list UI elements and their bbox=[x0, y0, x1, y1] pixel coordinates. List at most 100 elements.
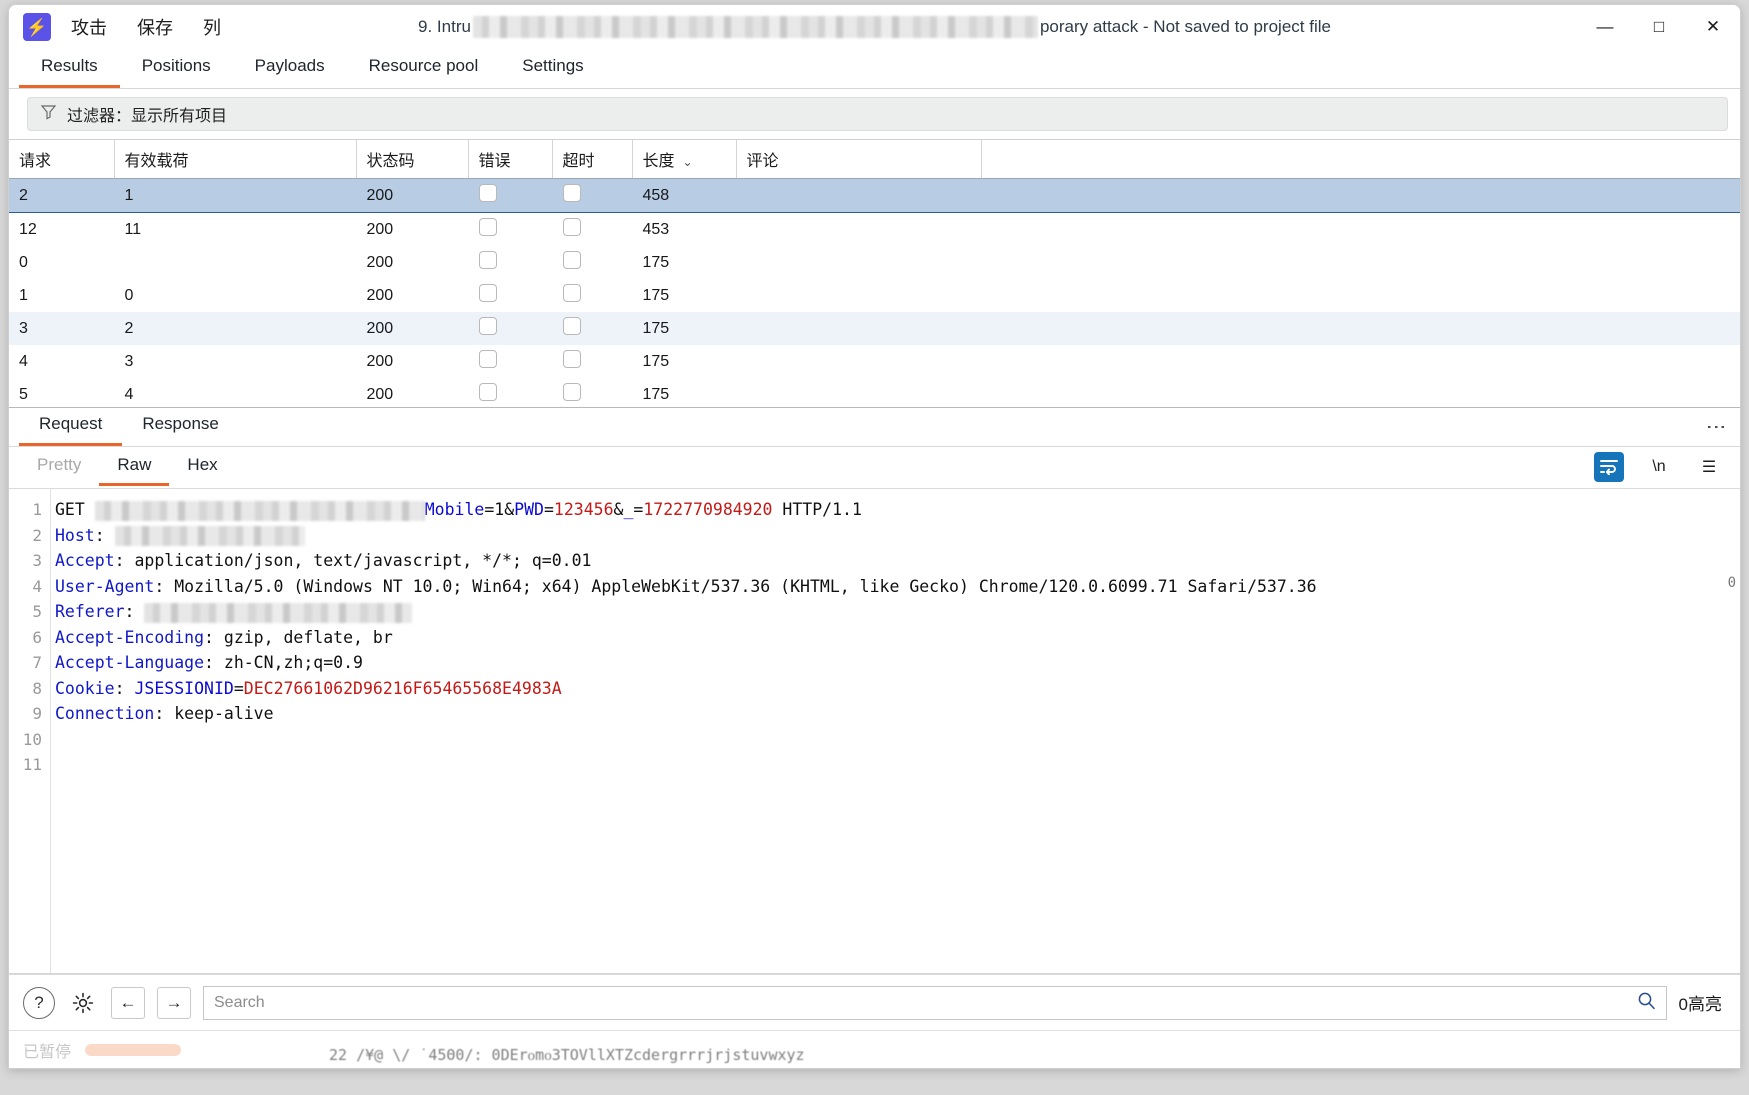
cell-spacer bbox=[981, 179, 1740, 213]
cell-timeout-checkbox[interactable] bbox=[552, 179, 632, 213]
cell-request: 3 bbox=[9, 312, 114, 345]
word-wrap-icon[interactable] bbox=[1594, 452, 1624, 482]
table-row[interactable]: 10200175 bbox=[9, 279, 1740, 312]
question-mark-icon[interactable]: ? bbox=[23, 987, 55, 1019]
code-token: GET bbox=[55, 500, 95, 519]
cell-length: 175 bbox=[632, 378, 736, 407]
cell-error-checkbox[interactable] bbox=[468, 179, 552, 213]
minimize-button[interactable]: — bbox=[1578, 5, 1632, 49]
tab-request[interactable]: Request bbox=[19, 408, 122, 446]
column-header-timeout[interactable]: 超时 bbox=[552, 140, 632, 179]
menu-item-save[interactable]: 保存 bbox=[135, 12, 175, 42]
cell-error-checkbox[interactable] bbox=[468, 246, 552, 279]
close-button[interactable]: ✕ bbox=[1686, 5, 1740, 49]
maximize-button[interactable]: □ bbox=[1632, 5, 1686, 49]
table-row[interactable]: 21200458 bbox=[9, 179, 1740, 213]
cell-status: 200 bbox=[356, 378, 468, 407]
cell-timeout-checkbox[interactable] bbox=[552, 246, 632, 279]
filter-bar[interactable]: 过滤器：显示所有项目 bbox=[27, 97, 1728, 131]
tab-resource-pool[interactable]: Resource pool bbox=[347, 50, 501, 88]
cell-timeout-checkbox[interactable] bbox=[552, 378, 632, 407]
column-header-length[interactable]: 长度⌄ bbox=[632, 140, 736, 179]
code-token: : application/json, text/javascript, */*… bbox=[115, 551, 592, 570]
request-raw-text[interactable]: GET Mobile=1&PWD=123456&_=1722770984920 … bbox=[51, 489, 1740, 973]
checkbox-icon[interactable] bbox=[563, 218, 581, 236]
cell-error-checkbox[interactable] bbox=[468, 213, 552, 247]
checkbox-icon[interactable] bbox=[563, 350, 581, 368]
tab-results[interactable]: Results bbox=[19, 50, 120, 88]
hamburger-menu-icon[interactable]: ☰ bbox=[1694, 452, 1724, 482]
table-row[interactable]: 32200175 bbox=[9, 312, 1740, 345]
show-newlines-icon[interactable]: \n bbox=[1644, 452, 1674, 482]
checkbox-icon[interactable] bbox=[563, 317, 581, 335]
filter-area: 过滤器：显示所有项目 bbox=[9, 89, 1740, 139]
checkbox-icon[interactable] bbox=[479, 350, 497, 368]
cell-timeout-checkbox[interactable] bbox=[552, 345, 632, 378]
column-header-request[interactable]: 请求 bbox=[9, 140, 114, 179]
background-remnant-text: 22 /¥@ \/ ˙45Θ0/: 0DErᴏmᴏ3TOVllXTZcdergr… bbox=[9, 1042, 1740, 1068]
table-row[interactable]: 1211200453 bbox=[9, 213, 1740, 247]
cell-length: 175 bbox=[632, 246, 736, 279]
column-header-comment[interactable]: 评论 bbox=[736, 140, 981, 179]
checkbox-icon[interactable] bbox=[563, 251, 581, 269]
title-bar: ⚡ 攻击 保存 列 9. Intru porary attack - Not s… bbox=[9, 5, 1740, 49]
menu-item-columns[interactable]: 列 bbox=[201, 12, 223, 42]
request-editor[interactable]: 1234567891011 GET Mobile=1&PWD=123456&_=… bbox=[9, 489, 1740, 974]
cell-error-checkbox[interactable] bbox=[468, 345, 552, 378]
menu-item-attack[interactable]: 攻击 bbox=[69, 12, 109, 42]
kebab-menu-icon[interactable]: ⋮ bbox=[1706, 417, 1726, 437]
column-header-status[interactable]: 状态码 bbox=[356, 140, 468, 179]
checkbox-icon[interactable] bbox=[479, 184, 497, 202]
search-input-wrapper[interactable] bbox=[203, 986, 1667, 1020]
table-row[interactable]: 54200175 bbox=[9, 378, 1740, 407]
cell-error-checkbox[interactable] bbox=[468, 279, 552, 312]
code-token: : bbox=[95, 526, 115, 545]
checkbox-icon[interactable] bbox=[479, 284, 497, 302]
arrow-right-icon[interactable]: → bbox=[157, 987, 191, 1019]
cell-timeout-checkbox[interactable] bbox=[552, 279, 632, 312]
checkbox-icon[interactable] bbox=[563, 284, 581, 302]
cell-timeout-checkbox[interactable] bbox=[552, 213, 632, 247]
checkbox-icon[interactable] bbox=[479, 218, 497, 236]
tab-hex[interactable]: Hex bbox=[169, 450, 235, 486]
cell-timeout-checkbox[interactable] bbox=[552, 312, 632, 345]
results-table-container[interactable]: 请求 有效载荷 状态码 错误 超时 长度⌄ 评论 212004581211200… bbox=[9, 139, 1740, 407]
cell-comment bbox=[736, 179, 981, 213]
tab-positions[interactable]: Positions bbox=[120, 50, 233, 88]
code-line bbox=[55, 727, 1740, 753]
window-title-prefix: 9. Intru bbox=[418, 17, 471, 37]
table-row[interactable]: 43200175 bbox=[9, 345, 1740, 378]
checkbox-icon[interactable] bbox=[479, 317, 497, 335]
checkbox-icon[interactable] bbox=[479, 251, 497, 269]
checkbox-icon[interactable] bbox=[563, 383, 581, 401]
tab-settings[interactable]: Settings bbox=[500, 50, 605, 88]
tab-payloads[interactable]: Payloads bbox=[233, 50, 347, 88]
redacted-region bbox=[95, 501, 425, 521]
code-token: Host bbox=[55, 526, 95, 545]
cell-comment bbox=[736, 312, 981, 345]
view-tab-strip: Pretty Raw Hex \n ☰ bbox=[9, 447, 1740, 489]
gear-icon[interactable] bbox=[67, 987, 99, 1019]
cell-error-checkbox[interactable] bbox=[468, 312, 552, 345]
cell-payload: 3 bbox=[114, 345, 356, 378]
tab-pretty[interactable]: Pretty bbox=[19, 450, 99, 486]
column-header-payload[interactable]: 有效载荷 bbox=[114, 140, 356, 179]
search-icon[interactable] bbox=[1637, 991, 1656, 1015]
tab-response[interactable]: Response bbox=[122, 408, 239, 446]
intruder-attack-window: ⚡ 攻击 保存 列 9. Intru porary attack - Not s… bbox=[8, 4, 1741, 1069]
table-row[interactable]: 0200175 bbox=[9, 246, 1740, 279]
code-token: User-Agent bbox=[55, 577, 154, 596]
cell-comment bbox=[736, 345, 981, 378]
tab-raw[interactable]: Raw bbox=[99, 450, 169, 486]
search-input[interactable] bbox=[214, 994, 1637, 1012]
menu-bar: 攻击 保存 列 bbox=[69, 12, 223, 42]
code-token: HTTP/1.1 bbox=[772, 500, 861, 519]
arrow-left-icon[interactable]: ← bbox=[111, 987, 145, 1019]
column-header-error[interactable]: 错误 bbox=[468, 140, 552, 179]
checkbox-icon[interactable] bbox=[479, 383, 497, 401]
cell-error-checkbox[interactable] bbox=[468, 378, 552, 407]
code-token: & bbox=[614, 500, 624, 519]
cell-request: 4 bbox=[9, 345, 114, 378]
code-line bbox=[55, 752, 1740, 778]
checkbox-icon[interactable] bbox=[563, 184, 581, 202]
